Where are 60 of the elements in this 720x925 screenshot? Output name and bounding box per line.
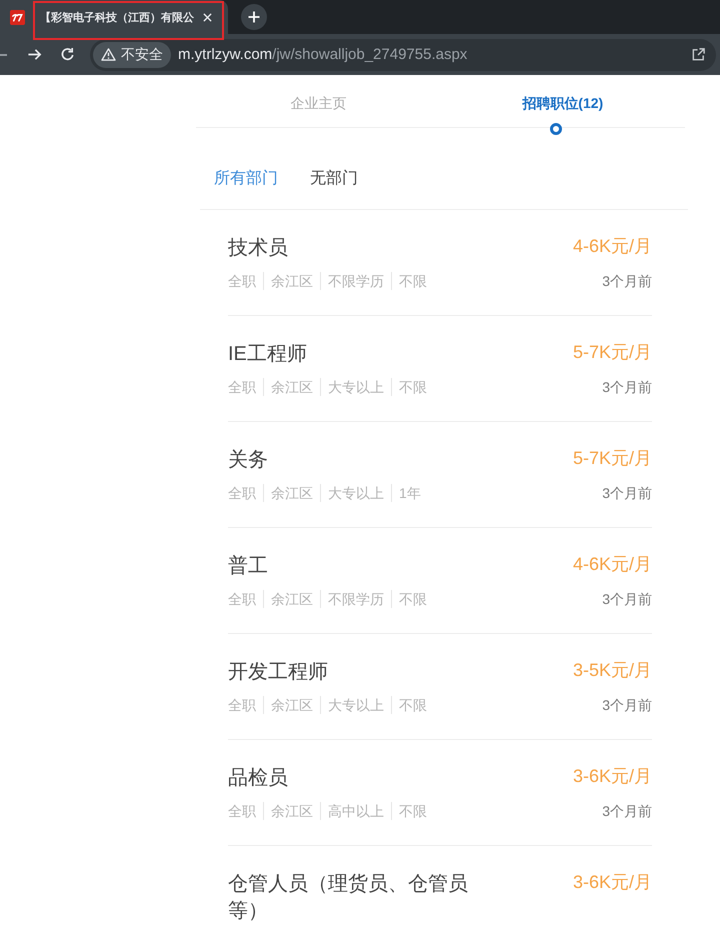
job-tag: 不限 <box>399 695 427 715</box>
salary-text: 4-6K元/月 <box>572 553 652 575</box>
job-tag: 全职 <box>228 483 256 503</box>
job-tag: 高中以上 <box>328 801 384 821</box>
job-tag: 余江区 <box>271 801 313 821</box>
job-tag: 余江区 <box>271 589 313 609</box>
job-tag: 大专以上 <box>328 695 384 715</box>
browser-tab[interactable]: 【彩智电子科技（江西）有限公 <box>0 0 228 34</box>
job-tag: 余江区 <box>271 271 313 291</box>
posted-time: 3个月前 <box>602 590 652 609</box>
address-bar[interactable]: 不安全 m.ytrlzyw.com/jw/showalljob_2749755.aspx <box>90 38 716 70</box>
salary-text: 5-7K元/月 <box>572 341 652 363</box>
job-tag: 大专以上 <box>328 377 384 397</box>
job-title[interactable]: IE工程师 <box>228 341 307 368</box>
job-tag: 1年 <box>399 483 421 503</box>
posted-time: 3个月前 <box>602 272 652 291</box>
job-title[interactable]: 技术员 <box>228 235 288 262</box>
salary-text: 3-5K元/月 <box>572 659 652 681</box>
salary-text: 3-6K元/月 <box>572 765 652 787</box>
job-tag: 余江区 <box>271 483 313 503</box>
department-filter[interactable]: 无部门 <box>310 168 358 190</box>
plus-icon <box>248 11 260 23</box>
posted-time: 3个月前 <box>602 378 652 397</box>
job-tag: 不限 <box>399 589 427 609</box>
posted-time: 3个月前 <box>602 484 652 503</box>
posted-time: 3个月前 <box>602 696 652 715</box>
job-tag: 全职 <box>228 271 256 291</box>
job-title[interactable]: 普工 <box>228 553 268 580</box>
job-tag: 大专以上 <box>328 483 384 503</box>
job-tag: 不限学历 <box>328 589 384 609</box>
page-tab[interactable]: 招聘职位(12) <box>440 75 685 135</box>
salary-text: 5-7K元/月 <box>572 447 652 469</box>
job-tag: 不限 <box>399 801 427 821</box>
job-tag: 不限 <box>399 271 427 291</box>
share-icon[interactable] <box>691 47 706 62</box>
department-filter[interactable]: 所有部门 <box>214 168 278 190</box>
job-title[interactable]: 关务 <box>228 447 268 474</box>
tab-indicator-icon <box>550 123 562 135</box>
new-tab-button[interactable] <box>241 4 267 30</box>
warning-icon <box>101 48 116 61</box>
salary-text: 3-6K元/月 <box>572 871 652 893</box>
job-tag: 全职 <box>228 801 256 821</box>
job-title[interactable]: 仓管人员（理货员、仓管员等） <box>228 871 478 925</box>
reload-icon[interactable] <box>60 47 75 62</box>
site-logo-icon <box>10 10 25 24</box>
forward-arrow-icon[interactable] <box>27 47 42 62</box>
security-chip[interactable]: 不安全 <box>93 42 171 68</box>
job-tag: 不限 <box>399 377 427 397</box>
job-tag: 余江区 <box>271 377 313 397</box>
job-tag: 不限学历 <box>328 271 384 291</box>
job-title[interactable]: 开发工程师 <box>228 659 328 686</box>
salary-text: 4-6K元/月 <box>572 235 652 257</box>
url-text: m.ytrlzyw.com/jw/showalljob_2749755.aspx <box>178 46 468 63</box>
close-icon[interactable] <box>203 12 212 22</box>
job-title[interactable]: 品检员 <box>228 765 288 792</box>
job-tag: 余江区 <box>271 695 313 715</box>
job-tag: 全职 <box>228 377 256 397</box>
job-tag: 全职 <box>228 695 256 715</box>
job-tag: 全职 <box>228 589 256 609</box>
posted-time: 3个月前 <box>602 802 652 821</box>
